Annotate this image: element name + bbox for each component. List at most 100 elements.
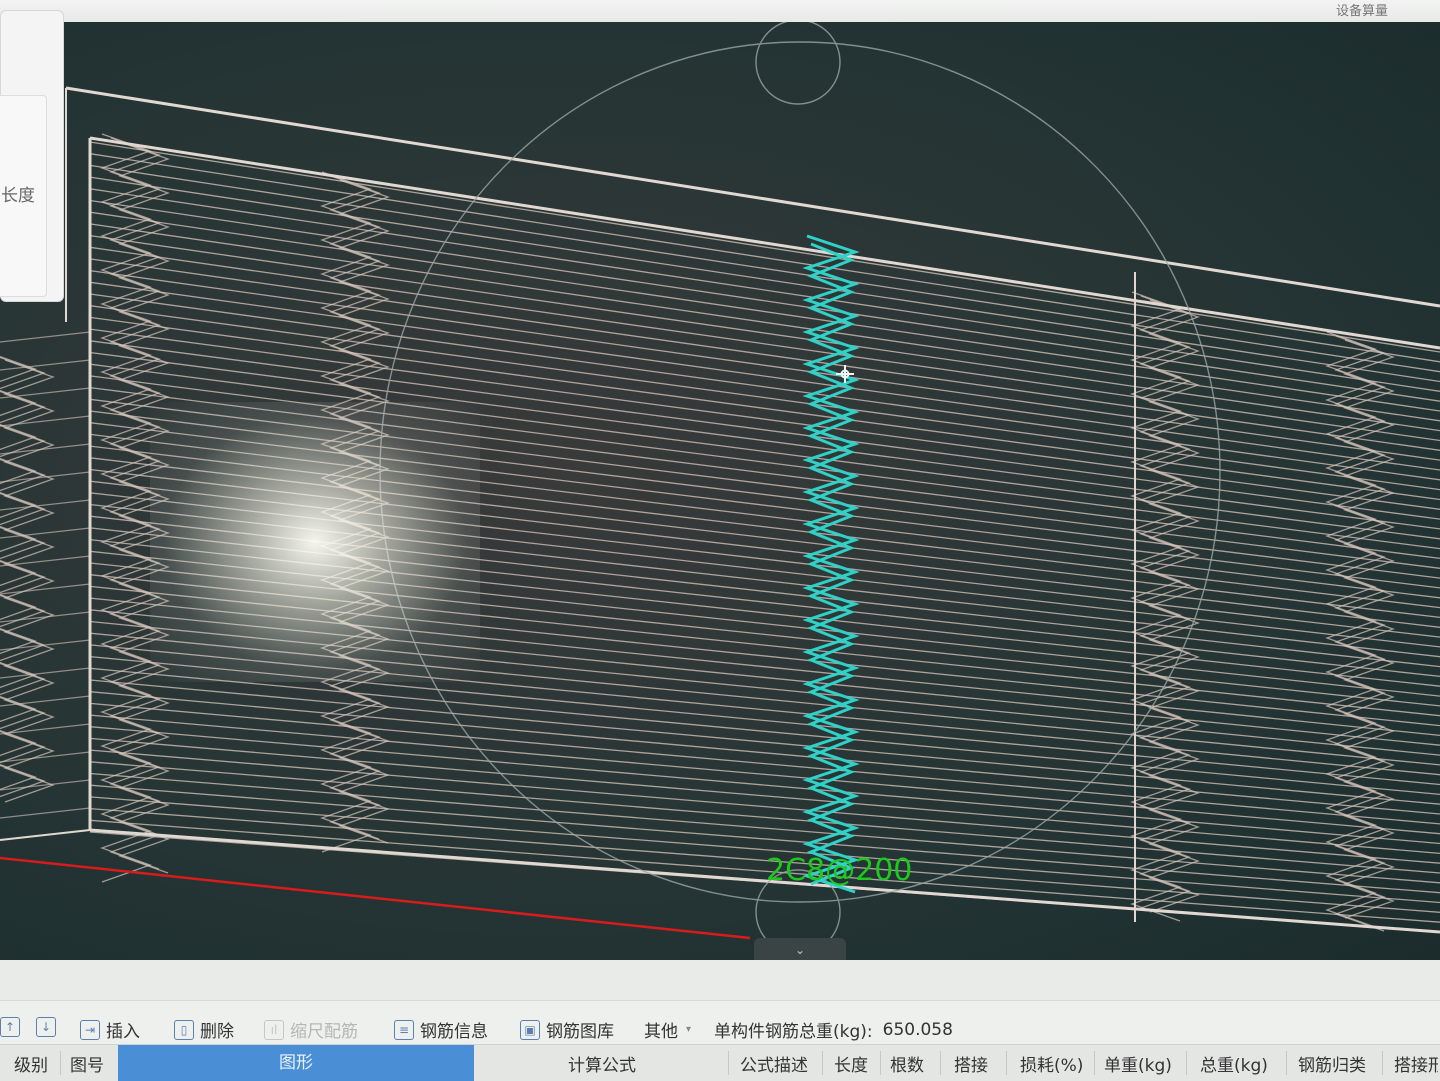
col-lap-type[interactable]: 搭接形式: [1394, 1051, 1438, 1076]
longitudinal-bar: [89, 585, 1440, 727]
column-divider: [1286, 1051, 1287, 1075]
image-library-icon: ▣: [520, 1019, 540, 1040]
rebar-library-label: 钢筋图库: [546, 1022, 614, 1042]
column-divider: [940, 1051, 941, 1075]
col-unit-weight[interactable]: 单重(kg): [1104, 1051, 1172, 1076]
col-lap[interactable]: 搭接: [954, 1051, 988, 1076]
trash-icon: ▯: [174, 1019, 194, 1040]
longitudinal-bar: [89, 702, 1440, 825]
col-formula[interactable]: 计算公式: [568, 1051, 636, 1076]
arrow-up-icon: ↑: [0, 1017, 20, 1037]
total-weight-readout: 单构件钢筋总重(kg): 650.058: [714, 1017, 953, 1043]
longitudinal-bar: [0, 723, 91, 735]
rebar-table-header: 级别 图号 图形 计算公式 公式描述 长度 根数 搭接 损耗(%) 单重(kg)…: [0, 1044, 1440, 1081]
collapse-panel-button[interactable]: ⌄: [754, 938, 846, 960]
column-divider: [1382, 1051, 1383, 1075]
stirrup-zigzag: [1334, 335, 1386, 932]
col-grade[interactable]: 级别: [14, 1051, 48, 1076]
longitudinal-bar: [89, 188, 1440, 392]
longitudinal-bar: [89, 164, 1440, 373]
column-divider: [822, 1051, 823, 1075]
col-figure-no[interactable]: 图号: [70, 1051, 104, 1076]
longitudinal-bar: [89, 386, 1440, 560]
longitudinal-bars: [0, 141, 1440, 933]
longitudinal-bar: [89, 246, 1440, 442]
longitudinal-bar: [89, 620, 1440, 756]
longitudinal-bar: [89, 258, 1440, 451]
delete-label: 删除: [200, 1022, 234, 1042]
longitudinal-bar: [0, 499, 91, 511]
column-divider: [1186, 1051, 1187, 1075]
longitudinal-bar: [89, 761, 1440, 874]
dimension-label: 2C8@200: [766, 853, 912, 888]
col-rebar-class[interactable]: 钢筋归类: [1298, 1051, 1366, 1076]
insert-icon: ⇥: [80, 1019, 100, 1040]
rebar-info-label: 钢筋信息: [420, 1022, 488, 1042]
total-weight-label: 单构件钢筋总重(kg):: [714, 1022, 873, 1042]
delete-button[interactable]: ▯ 删除: [174, 1017, 234, 1042]
longitudinal-bar: [89, 351, 1440, 530]
longitudinal-bar: [89, 340, 1440, 520]
arrow-down-icon: ↓: [36, 1017, 56, 1037]
longitudinal-bar: [89, 515, 1440, 668]
longitudinal-bar: [89, 176, 1440, 383]
col-loss[interactable]: 损耗(%): [1020, 1051, 1083, 1076]
longitudinal-bar: [89, 410, 1440, 579]
dropdown-caret-icon: ▾: [686, 1024, 692, 1035]
bar-chart-icon: ıl: [264, 1019, 284, 1040]
other-label: 其他: [644, 1022, 678, 1042]
longitudinal-bar: [89, 281, 1440, 471]
rebar-drawing: 2C8@200: [0, 22, 1440, 955]
longitudinal-bar: [0, 471, 91, 483]
longitudinal-bar: [89, 807, 1440, 913]
col-total-weight[interactable]: 总重(kg): [1200, 1051, 1268, 1076]
longitudinal-bar: [89, 714, 1440, 835]
info-list-icon: ≡: [394, 1019, 414, 1040]
col-formula-desc[interactable]: 公式描述: [740, 1051, 808, 1076]
rebar-toolbar: ↑ ↓ ⇥ 插入 ▯ 删除 ıl 缩尺配筋 ≡ 钢筋信息 ▣ 钢筋图库 其他 ▾…: [0, 1000, 1440, 1045]
column-divider: [728, 1051, 729, 1075]
longitudinal-bar: [89, 269, 1440, 461]
stirrup-zigzag: [329, 175, 381, 840]
length-label: 长度: [1, 186, 35, 206]
rebar-library-button[interactable]: ▣ 钢筋图库: [520, 1017, 614, 1042]
chevron-down-icon: ⌄: [794, 943, 806, 957]
longitudinal-bar: [89, 480, 1440, 638]
scale-rebar-label: 缩尺配筋: [290, 1022, 358, 1042]
insert-button[interactable]: ⇥ 插入: [80, 1017, 140, 1042]
longitudinal-bar: [89, 153, 1440, 363]
column-divider: [880, 1051, 881, 1075]
longitudinal-bar: [89, 527, 1440, 678]
longitudinal-bar: [89, 398, 1440, 569]
longitudinal-bar: [89, 422, 1440, 589]
longitudinal-bar: [0, 611, 91, 623]
longitudinal-bar: [89, 655, 1440, 786]
longitudinal-bar: [89, 784, 1440, 894]
move-up-button[interactable]: ↑: [0, 1017, 26, 1037]
column-divider: [1006, 1051, 1007, 1075]
longitudinal-bar: [0, 807, 91, 819]
col-shape[interactable]: 图形: [118, 1045, 474, 1081]
longitudinal-bar: [89, 667, 1440, 796]
longitudinal-bar: [89, 141, 1440, 353]
longitudinal-bar: [0, 331, 91, 343]
longitudinal-bar: [89, 199, 1440, 402]
rebar-info-button[interactable]: ≡ 钢筋信息: [394, 1017, 488, 1042]
longitudinal-bar: [89, 772, 1440, 884]
top-right-text: 设备算量: [1335, 4, 1388, 19]
longitudinal-bar: [89, 574, 1440, 717]
longitudinal-bar: [0, 583, 91, 595]
3d-rebar-viewport[interactable]: 2C8@200 ⌄: [0, 22, 1440, 960]
longitudinal-bar: [89, 597, 1440, 737]
col-length[interactable]: 长度: [834, 1051, 868, 1076]
longitudinal-bar: [89, 468, 1440, 628]
properties-side-panel: 长度: [0, 10, 64, 302]
other-dropdown[interactable]: 其他 ▾: [644, 1017, 691, 1042]
move-down-button[interactable]: ↓: [36, 1017, 62, 1037]
longitudinal-bar: [89, 316, 1440, 501]
scale-rebar-button[interactable]: ıl 缩尺配筋: [264, 1017, 358, 1042]
longitudinal-bar: [0, 443, 91, 455]
column-divider: [1094, 1051, 1095, 1075]
column-divider: [60, 1051, 61, 1075]
col-count[interactable]: 根数: [890, 1051, 924, 1076]
